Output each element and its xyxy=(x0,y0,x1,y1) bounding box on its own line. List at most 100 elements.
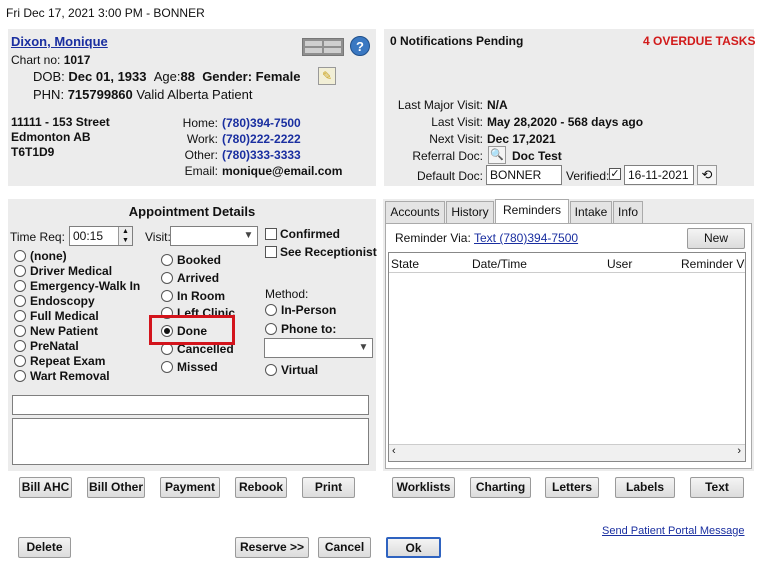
default-doc-input[interactable]: BONNER xyxy=(486,165,562,185)
method-label: Method: xyxy=(265,287,309,301)
see-receptionist-checkbox[interactable] xyxy=(265,246,277,258)
type-label: New Patient xyxy=(30,324,99,338)
home-phone: (780)394-7500 xyxy=(222,116,301,130)
email-label: Email: xyxy=(184,164,218,178)
confirmed-label: Confirmed xyxy=(280,227,340,241)
postal-code: T6T1D9 xyxy=(11,145,55,159)
gender-label: Gender: xyxy=(202,69,253,84)
email-value: monique@email.com xyxy=(222,164,343,178)
column-header-state[interactable]: State xyxy=(391,257,419,271)
type-radio[interactable] xyxy=(14,310,26,322)
bill-ahc-button[interactable]: Bill AHC xyxy=(19,477,72,498)
ok-button[interactable]: Ok xyxy=(386,537,441,558)
status-radio-arrived[interactable] xyxy=(161,272,173,284)
rebook-button[interactable]: Rebook xyxy=(235,477,287,498)
column-header-datetime[interactable]: Date/Time xyxy=(472,257,527,271)
status-radio-missed[interactable] xyxy=(161,361,173,373)
work-phone: (780)222-2222 xyxy=(222,132,301,146)
scroll-right-icon[interactable]: › xyxy=(737,445,741,457)
reminder-via-label: Reminder Via: xyxy=(395,231,471,245)
verified-date-input[interactable]: 16-11-2021 xyxy=(624,165,694,185)
phn-value: 715799860 xyxy=(67,87,133,102)
payment-button[interactable]: Payment xyxy=(160,477,220,498)
tab-accounts[interactable]: Accounts xyxy=(385,201,445,223)
method-radio-virtual[interactable] xyxy=(265,364,277,376)
refresh-history-icon[interactable]: ⟲ xyxy=(697,165,717,185)
address-line2: Edmonton AB xyxy=(11,130,91,144)
type-radio[interactable] xyxy=(14,250,26,262)
status-radio-booked[interactable] xyxy=(161,254,173,266)
cancel-button[interactable]: Cancel xyxy=(318,537,371,558)
type-radio[interactable] xyxy=(14,355,26,367)
verified-checkbox[interactable]: ✓ xyxy=(609,168,621,180)
tab-history[interactable]: History xyxy=(446,201,494,223)
letters-button[interactable]: Letters xyxy=(545,477,599,498)
phn-label: PHN: xyxy=(33,87,65,102)
charting-button[interactable]: Charting xyxy=(470,477,531,498)
search-doc-icon[interactable]: 🔍 xyxy=(488,146,506,164)
horizontal-scrollbar[interactable]: ‹ › xyxy=(389,444,745,461)
method-label-virtual: Virtual xyxy=(281,363,319,377)
last-visit-label: Last Visit: xyxy=(431,115,483,129)
new-reminder-button[interactable]: New xyxy=(687,228,745,249)
reserve-button[interactable]: Reserve >> xyxy=(235,537,309,558)
overdue-tasks[interactable]: 4 OVERDUE TASKS xyxy=(643,34,755,48)
method-label-phone: Phone to: xyxy=(281,322,337,336)
type-label: Repeat Exam xyxy=(30,354,106,368)
method-radio-in-person[interactable] xyxy=(265,304,277,316)
last-major-visit-value: N/A xyxy=(487,98,508,112)
type-radio[interactable] xyxy=(14,340,26,352)
address-line1: 11111 - 153 Street xyxy=(11,115,110,129)
window-title: Fri Dec 17, 2021 3:00 PM - BONNER xyxy=(0,0,761,26)
edit-pencil-icon[interactable]: ✎ xyxy=(318,67,336,85)
chevron-down-icon[interactable]: ▼ xyxy=(240,227,257,245)
type-label: Wart Removal xyxy=(30,369,110,383)
status-radio-in-room[interactable] xyxy=(161,290,173,302)
labels-button[interactable]: Labels xyxy=(615,477,675,498)
appointment-notes-textarea[interactable] xyxy=(12,418,369,465)
column-header-user[interactable]: User xyxy=(607,257,632,271)
notifications-pending[interactable]: 0 Notifications Pending xyxy=(390,34,523,48)
method-radio-phone[interactable] xyxy=(265,323,277,335)
appointment-reason-input[interactable] xyxy=(12,395,369,415)
gender-value: Female xyxy=(255,69,301,84)
tab-info[interactable]: Info xyxy=(613,201,643,223)
type-radio[interactable] xyxy=(14,370,26,382)
tab-reminders[interactable]: Reminders xyxy=(495,199,569,223)
send-portal-message-link[interactable]: Send Patient Portal Message xyxy=(602,525,744,537)
type-radio[interactable] xyxy=(14,280,26,292)
status-label: Missed xyxy=(177,360,218,374)
type-label: Endoscopy xyxy=(30,294,95,308)
worklists-button[interactable]: Worklists xyxy=(392,477,455,498)
bill-other-button[interactable]: Bill Other xyxy=(87,477,145,498)
time-req-spinner-icon[interactable]: ▲ ▼ xyxy=(118,227,132,245)
see-receptionist-label: See Receptionist xyxy=(280,245,377,259)
type-radio[interactable] xyxy=(14,265,26,277)
chevron-down-icon[interactable]: ▼ xyxy=(355,339,372,357)
visit-label: Visit: xyxy=(145,230,171,244)
scroll-left-icon[interactable]: ‹ xyxy=(392,445,396,457)
type-radio[interactable] xyxy=(14,325,26,337)
appointment-details-header: Appointment Details xyxy=(128,204,256,219)
type-label: Driver Medical xyxy=(30,264,113,278)
tab-intake[interactable]: Intake xyxy=(570,201,612,223)
type-label: Emergency-Walk In xyxy=(30,279,141,293)
phn-status: Valid Alberta Patient xyxy=(136,87,253,102)
column-header-reminder-via[interactable]: Reminder Vi xyxy=(681,257,745,271)
patient-name-link[interactable]: Dixon, Monique xyxy=(11,34,108,49)
delete-button[interactable]: Delete xyxy=(18,537,71,558)
reminder-via-link[interactable]: Text (780)394-7500 xyxy=(474,231,578,245)
table-header: State Date/Time User Reminder Vi xyxy=(389,253,745,273)
dob-value: Dec 01, 1933 xyxy=(68,69,147,84)
time-req-label: Time Req: xyxy=(10,230,65,244)
type-radio[interactable] xyxy=(14,295,26,307)
help-icon[interactable]: ? xyxy=(350,36,370,56)
text-button[interactable]: Text xyxy=(690,477,744,498)
next-visit-value: Dec 17,2021 xyxy=(487,132,556,146)
home-label: Home: xyxy=(182,116,218,130)
print-button[interactable]: Print xyxy=(302,477,355,498)
status-label: Booked xyxy=(177,253,222,267)
confirmed-checkbox[interactable] xyxy=(265,228,277,240)
chart-no-value: 1017 xyxy=(63,53,91,67)
layout-toggle-icon[interactable] xyxy=(302,38,344,56)
